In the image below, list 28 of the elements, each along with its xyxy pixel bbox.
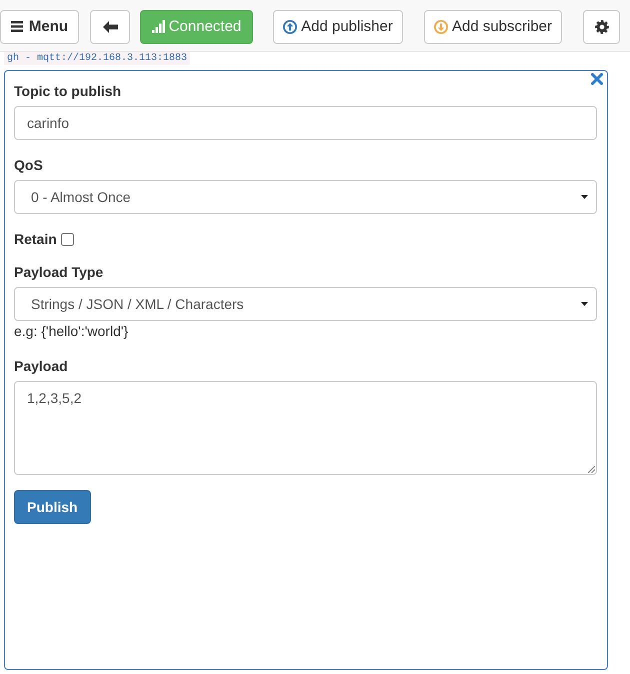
dropdown[interactable]: 0 - Almost Once (14, 180, 597, 214)
menu-button[interactable]: Menu (0, 10, 79, 44)
settings-button[interactable] (583, 10, 620, 44)
add-publisher-button[interactable]: Add publisher (273, 10, 403, 44)
signal-bars-icon (152, 20, 165, 33)
field-label: QoS (14, 156, 44, 175)
left-arrow-icon (102, 20, 118, 32)
resize-grip-icon[interactable] (588, 466, 595, 473)
field-label: Payload Type (14, 263, 104, 282)
caret-icon (581, 302, 588, 306)
close-icon[interactable] (591, 73, 603, 85)
field-label: Retain (14, 230, 57, 249)
retain-checkbox[interactable] (60, 232, 74, 246)
back-button[interactable] (90, 10, 130, 44)
field-label: Topic to publish (14, 82, 122, 101)
connection-label: gh - mqtt://192.168.3.113:1883 (4, 52, 190, 65)
text-area[interactable]: 1,2,3,5,2 (14, 381, 597, 475)
dropdown[interactable]: Strings / JSON / XML / Characters (14, 287, 597, 321)
hint-text: e.g: {'hello':'world'} (14, 322, 130, 341)
down-arrow-circle-icon (434, 20, 448, 34)
field-label: Payload (14, 357, 69, 376)
gear-icon (594, 20, 608, 34)
add-subscriber-button[interactable]: Add subscriber (424, 10, 562, 44)
menu-icon (10, 21, 23, 32)
text-input[interactable]: carinfo (14, 106, 597, 140)
publish-button[interactable]: Publish (14, 490, 91, 524)
up-arrow-circle-icon (283, 20, 298, 34)
caret-icon (581, 195, 588, 199)
